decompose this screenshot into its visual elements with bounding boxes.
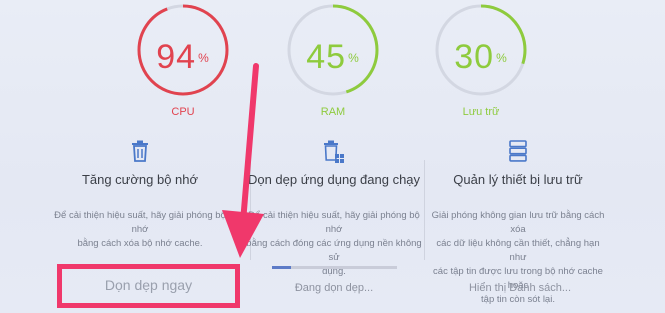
cleaning-status-button[interactable]: Đang dọn dẹp... — [254, 272, 414, 304]
storage-value: 30% — [454, 38, 508, 76]
storage-label: Lưu trữ — [462, 106, 500, 118]
ram-gauge: 45% RAM — [283, 0, 383, 126]
storage-gauge: 30% Lưu trữ — [431, 0, 531, 126]
storage-icon — [418, 140, 618, 166]
trash-icon — [40, 140, 240, 166]
cpu-label: CPU — [171, 106, 195, 118]
cleanup-progress-bar — [272, 266, 397, 269]
ram-label: RAM — [320, 106, 346, 118]
boost-memory-title: Tăng cường bộ nhớ — [81, 172, 199, 187]
storage-management-title: Quản lý thiết bị lưu trữ — [453, 172, 583, 187]
app-cleanup-section: Dọn dẹp ứng dụng đang chạy Để cải thiện … — [234, 140, 434, 279]
cpu-value: 94% — [156, 38, 210, 76]
apps-cleanup-icon — [234, 140, 434, 166]
ram-value: 45% — [306, 38, 360, 76]
boost-memory-section: Tăng cường bộ nhớ Để cải thiện hiệu suất… — [40, 140, 240, 251]
cleanup-progress-fill — [272, 266, 291, 269]
cpu-gauge: 94% CPU — [133, 0, 233, 126]
show-list-button[interactable]: Hiển thị Danh sách... — [430, 272, 610, 304]
app-cleanup-title: Dọn dẹp ứng dụng đang chạy — [247, 172, 421, 187]
highlight-box — [57, 264, 240, 308]
boost-memory-description: Để cải thiện hiệu suất, hãy giải phóng b… — [54, 210, 226, 249]
